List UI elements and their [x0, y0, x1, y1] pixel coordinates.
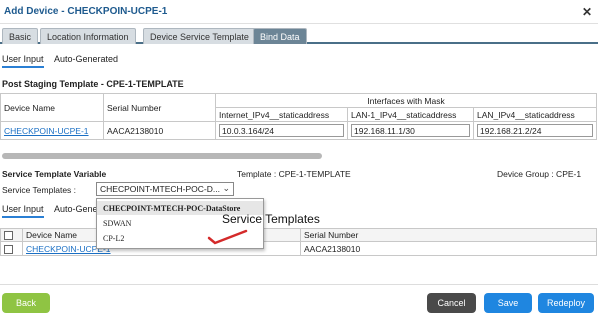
subtab-user-input-bottom[interactable]: User Input [2, 202, 44, 218]
save-button[interactable]: Save [484, 293, 532, 313]
cancel-button[interactable]: Cancel [427, 293, 476, 313]
tab-device-service-template[interactable]: Device Service Template [143, 28, 256, 44]
table-row: CHECKPOIN-UCPE-1 AACA2138010 [0, 121, 597, 140]
staging-title: Post Staging Template - CPE-1-TEMPLATE [2, 79, 184, 89]
horizontal-scrollbar[interactable] [2, 153, 322, 159]
subtab-auto-generated[interactable]: Auto-Generated [54, 52, 118, 68]
col-internet-ipv4: Internet_IPv4__staticaddress [215, 107, 348, 122]
service-templates-label: Service Templates : [2, 185, 77, 195]
device-table: Device Name Serial Number CHECKPOIN-UCPE… [0, 228, 597, 256]
col-interfaces-group: Interfaces with Mask [215, 93, 597, 108]
device-link[interactable]: CHECKPOIN-UCPE-1 [4, 126, 89, 136]
redeploy-button[interactable]: Redeploy [538, 293, 594, 313]
lan-ipv4-input[interactable] [477, 124, 593, 137]
template-label: Template : CPE-1-TEMPLATE [237, 169, 351, 179]
tab-bind-data[interactable]: Bind Data [253, 28, 307, 44]
tab-location-information[interactable]: Location Information [40, 28, 136, 44]
close-icon[interactable]: ✕ [582, 5, 592, 19]
main-tabbar: Basic Location Information Device Servic… [0, 26, 598, 44]
selected-template-value: CHECPOINT-MTECH-POC-D... [100, 184, 220, 194]
tab-basic[interactable]: Basic [2, 28, 39, 44]
col-lan-ipv4: LAN_IPv4__staticaddress [473, 107, 597, 122]
serial-cell-bottom: AACA2138010 [300, 241, 597, 256]
subtab-auto-generated-bottom[interactable]: Auto-Gene [54, 202, 98, 218]
chevron-down-icon: ⌄ [222, 183, 230, 193]
subtab-user-input[interactable]: User Input [2, 52, 44, 68]
red-check-annotation-icon [207, 229, 248, 245]
row-checkbox[interactable] [4, 244, 13, 254]
dialog-title: Add Device - CHECKPOIN-UCPE-1 [4, 6, 168, 17]
device-group-label: Device Group : CPE-1 [497, 169, 582, 179]
dialog-footer: Back Cancel Save Redeploy [0, 284, 598, 316]
internet-ipv4-input[interactable] [219, 124, 344, 137]
service-template-title: Service Template Variable [2, 169, 107, 179]
table-row: CHECKPOIN-UCPE-1 AACA2138010 [0, 241, 597, 256]
col-device-name: Device Name [0, 93, 104, 122]
service-templates-select[interactable]: CHECPOINT-MTECH-POC-D... ⌄ [96, 182, 234, 196]
col-lan1-ipv4: LAN-1_IPv4__staticaddress [347, 107, 474, 122]
select-all-checkbox[interactable] [4, 231, 13, 241]
lan1-ipv4-input[interactable] [351, 124, 470, 137]
col-serial-number-bottom: Serial Number [300, 228, 597, 242]
serial-cell: AACA2138010 [103, 121, 216, 140]
staging-table: Device Name Serial Number Interfaces wit… [0, 93, 597, 140]
dialog-titlebar: Add Device - CHECKPOIN-UCPE-1 ✕ [0, 0, 598, 24]
back-button[interactable]: Back [2, 293, 50, 313]
service-templates-tooltip: Service Templates [222, 212, 320, 226]
col-serial-number: Serial Number [103, 93, 216, 122]
